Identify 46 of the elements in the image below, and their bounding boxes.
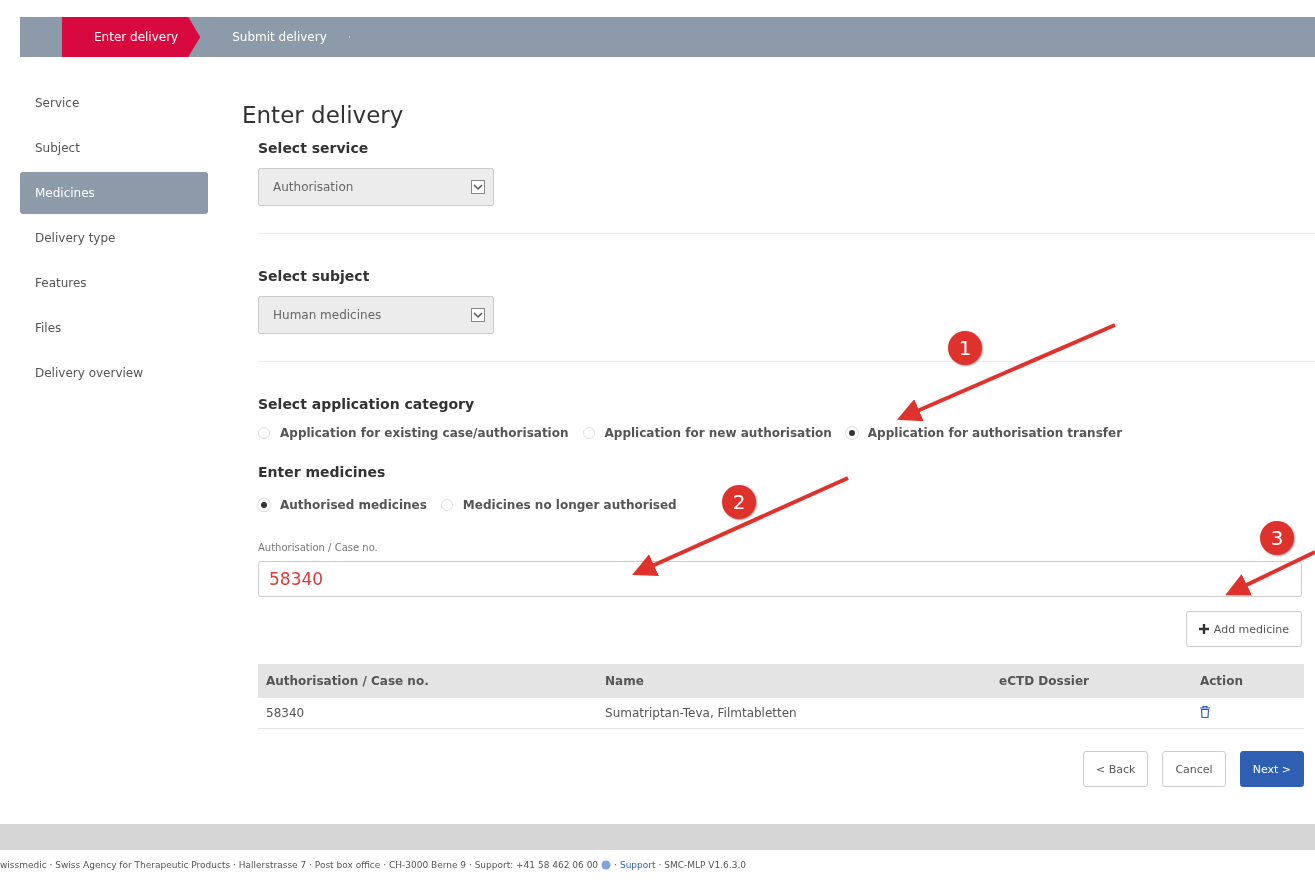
- field-label: Authorisation / Case no.: [258, 542, 379, 553]
- column-header: Name: [597, 664, 991, 698]
- radio-label: Application for authorisation transfer: [867, 426, 1123, 440]
- sidebar-item[interactable]: Subject: [20, 127, 208, 169]
- trash-icon[interactable]: [1199, 705, 1210, 718]
- radio-label: Application for existing case/authorisation: [280, 426, 569, 440]
- cancel-button[interactable]: Cancel: [1162, 751, 1226, 787]
- table-cell: 58340: [258, 698, 598, 729]
- radio-button[interactable]: [440, 499, 453, 511]
- section-label: Select application category: [258, 396, 476, 412]
- step-tab[interactable]: Enter delivery: [62, 17, 201, 57]
- version-text: · SMC-MLP V1.6.3.0: [658, 860, 746, 870]
- back-button[interactable]: < Back: [1082, 751, 1149, 787]
- service-dropdown[interactable]: Authorisation: [258, 168, 494, 206]
- add-medicine-button[interactable]: Add medicine: [1185, 611, 1302, 647]
- column-header: eCTD Dossier: [991, 664, 1192, 698]
- footer-text: wissmedic · Swiss Agency for Therapeutic Products · Hallerstrasse 7 · Post box office · CH-3000 Berne 9 · Support: +41 58 462 06 00: [0, 860, 599, 870]
- sidebar-item[interactable]: Service: [20, 82, 208, 124]
- case-number-field[interactable]: 58340: [258, 561, 1302, 597]
- sidebar-item[interactable]: Delivery overview: [20, 352, 208, 394]
- subject-dropdown[interactable]: Human medicines: [258, 296, 494, 334]
- phone-icon: [601, 860, 612, 870]
- annotation-marker: 3: [1260, 521, 1294, 555]
- section-label: Enter medicines: [258, 464, 387, 480]
- support-link[interactable]: Support: [619, 860, 656, 870]
- section-label: Select service: [258, 140, 370, 156]
- sidebar-item[interactable]: Delivery type: [20, 217, 208, 259]
- table-cell: Sumatriptan-Teva, Filmtabletten: [597, 698, 991, 729]
- radio-button[interactable]: [258, 427, 270, 439]
- dropdown-caret-icon: [471, 308, 485, 322]
- plus-icon: [1198, 624, 1209, 634]
- radio-label: Medicines no longer authorised: [462, 498, 677, 512]
- annotation-marker: 2: [722, 485, 756, 519]
- next-button[interactable]: Next >: [1239, 751, 1304, 787]
- separator: ·: [614, 860, 617, 870]
- radio-button[interactable]: [582, 427, 595, 439]
- sidebar-item[interactable]: Files: [20, 307, 208, 349]
- radio-label: Authorised medicines: [280, 498, 427, 512]
- column-header: Action: [1191, 664, 1304, 698]
- section-label: Select subject: [258, 268, 371, 284]
- dropdown-caret-icon: [471, 180, 485, 194]
- annotation-marker: 1: [948, 331, 982, 365]
- page-title: Enter delivery: [242, 102, 405, 128]
- sidebar-item[interactable]: Features: [20, 262, 208, 304]
- column-header: Authorisation / Case no.: [258, 664, 598, 698]
- radio-label: Application for new authorisation: [604, 426, 832, 440]
